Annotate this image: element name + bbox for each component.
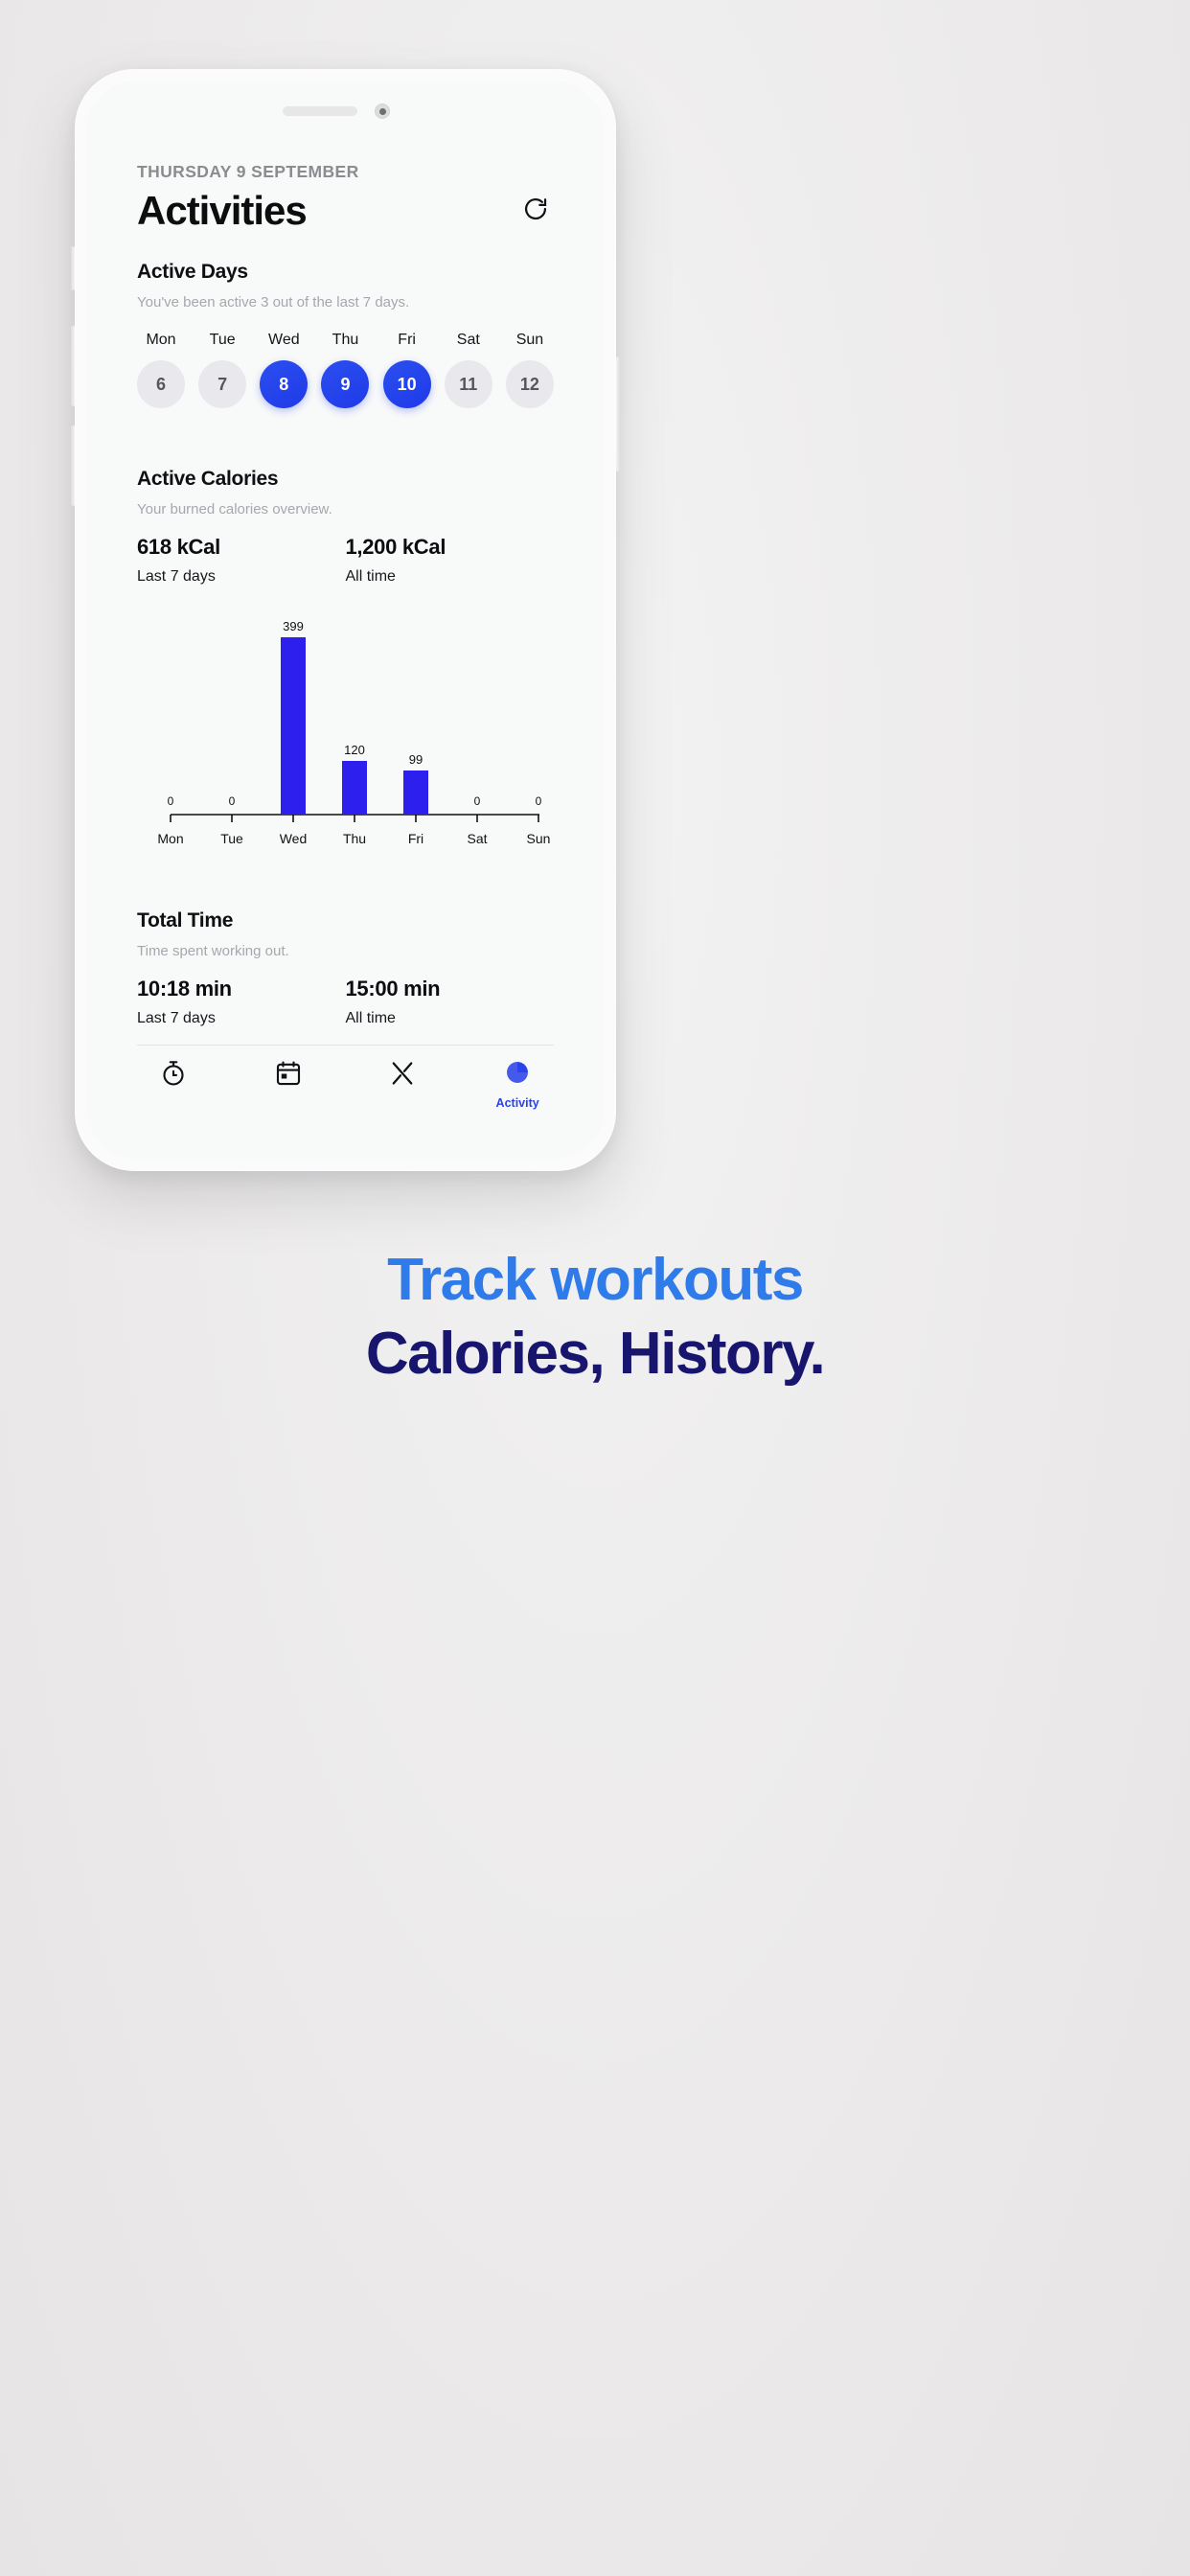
active-calories-heading: Active Calories [137, 468, 279, 490]
day-column[interactable]: Fri 10 [382, 332, 431, 408]
chart-xtick-mon: Mon [157, 831, 183, 846]
bar-value-tue: 0 [229, 794, 236, 808]
tab-workout[interactable] [140, 1059, 207, 1098]
day-column[interactable]: Tue 7 [198, 332, 247, 408]
day-name: Sat [456, 332, 480, 348]
promo-headline-primary: Track workouts [387, 1247, 804, 1313]
bar-chart-svg: 0 0 399 120 99 0 0 Mon Tue Wed Thu Fri S… [157, 619, 551, 846]
bar-value-sat: 0 [474, 794, 481, 808]
refresh-icon [522, 196, 549, 227]
bar-fri [403, 770, 428, 815]
day-name: Wed [268, 332, 300, 348]
stat-value: 15:00 min [345, 977, 441, 1000]
refresh-button[interactable] [517, 193, 554, 229]
date-label: THURSDAY 9 SEPTEMBER [137, 162, 359, 181]
screenshot-stage: THURSDAY 9 SEPTEMBER Activities Active D… [0, 0, 1190, 2576]
stat-value: 618 kCal [137, 535, 220, 559]
stat-value: 10:18 min [137, 977, 232, 1000]
day-name: Thu [332, 332, 359, 348]
tab-activity[interactable]: Activity [484, 1059, 551, 1110]
active-days-subtitle: You've been active 3 out of the last 7 d… [137, 294, 410, 310]
bar-thu [342, 761, 367, 815]
calories-bar-chart: 0 0 399 120 99 0 0 Mon Tue Wed Thu Fri S… [137, 610, 554, 869]
day-name: Mon [146, 332, 176, 348]
tab-calendar[interactable] [255, 1059, 322, 1098]
chart-xtick-fri: Fri [408, 831, 423, 846]
bar-value-fri: 99 [409, 752, 423, 767]
stat-label: All time [345, 568, 396, 585]
day-column[interactable]: Wed 8 [260, 332, 309, 408]
pie-chart-icon [504, 1059, 531, 1091]
front-camera [374, 104, 390, 119]
stat-value: 1,200 kCal [345, 535, 446, 559]
tab-label: Activity [495, 1096, 539, 1110]
day-column[interactable]: Sun 12 [505, 332, 554, 408]
total-time-heading: Total Time [137, 909, 234, 932]
chart-xtick-wed: Wed [280, 831, 308, 846]
phone-volume-up-button [71, 326, 75, 406]
day-circle: 12 [505, 360, 554, 408]
chart-xtick-thu: Thu [343, 831, 366, 846]
active-days-strip: Mon 6 Tue 7 Wed 8 Thu 9 Fri 10 Sat 11 Su… [137, 332, 554, 408]
stat-last-7-days: 618 kCal Last 7 days [137, 535, 346, 586]
stopwatch-icon [159, 1059, 188, 1092]
phone-notch [87, 81, 604, 139]
stat-label: Last 7 days [137, 1010, 216, 1026]
chart-xtick-sat: Sat [467, 831, 487, 846]
bar-value-wed: 399 [283, 619, 304, 633]
bar-wed [281, 637, 306, 815]
stat-label: Last 7 days [137, 568, 216, 585]
tab-nutrition[interactable] [369, 1059, 436, 1098]
promo-headline-secondary: Calories, History. [365, 1321, 826, 1388]
day-circle: 11 [444, 360, 492, 408]
stat-all-time: 1,200 kCal All time [346, 535, 555, 586]
stat-last-7-days: 10:18 min Last 7 days [137, 977, 346, 1027]
calories-stats: 618 kCal Last 7 days 1,200 kCal All time [137, 535, 554, 586]
day-name: Fri [398, 332, 416, 348]
total-time-stats: 10:18 min Last 7 days 15:00 min All time [137, 977, 554, 1027]
day-circle-active: 9 [321, 360, 370, 408]
active-calories-subtitle: Your burned calories overview. [137, 501, 332, 518]
bar-value-mon: 0 [168, 794, 174, 808]
stat-label: All time [345, 1010, 396, 1026]
phone-power-button [616, 356, 620, 472]
day-circle-active: 10 [382, 360, 431, 408]
promo-text-block: Track workouts Calories, History. [0, 1246, 1190, 1389]
stat-all-time: 15:00 min All time [346, 977, 555, 1027]
cutlery-icon [388, 1059, 417, 1092]
app-screen: THURSDAY 9 SEPTEMBER Activities Active D… [87, 139, 604, 1159]
chart-xtick-tue: Tue [220, 831, 243, 846]
earpiece-speaker [282, 106, 357, 116]
bar-value-thu: 120 [344, 743, 365, 757]
day-name: Sun [515, 332, 544, 348]
calendar-icon [274, 1059, 303, 1092]
day-circle-active: 8 [260, 360, 309, 408]
day-column[interactable]: Sat 11 [444, 332, 492, 408]
phone-mute-switch [71, 246, 75, 290]
bottom-tabbar: Activity [87, 1046, 604, 1110]
total-time-subtitle: Time spent working out. [137, 943, 289, 959]
day-column[interactable]: Thu 9 [321, 332, 370, 408]
phone-screen: THURSDAY 9 SEPTEMBER Activities Active D… [87, 81, 604, 1159]
phone-volume-down-button [71, 426, 75, 506]
active-days-heading: Active Days [137, 261, 248, 283]
header-row: Activities [137, 188, 554, 234]
bar-value-sun: 0 [536, 794, 542, 808]
chart-xtick-sun: Sun [527, 831, 551, 846]
page-title: Activities [137, 188, 308, 233]
day-column[interactable]: Mon 6 [137, 332, 185, 408]
day-name: Tue [209, 332, 236, 348]
phone-mockup: THURSDAY 9 SEPTEMBER Activities Active D… [71, 69, 620, 1171]
day-circle: 7 [198, 360, 247, 408]
day-circle: 6 [137, 360, 185, 408]
